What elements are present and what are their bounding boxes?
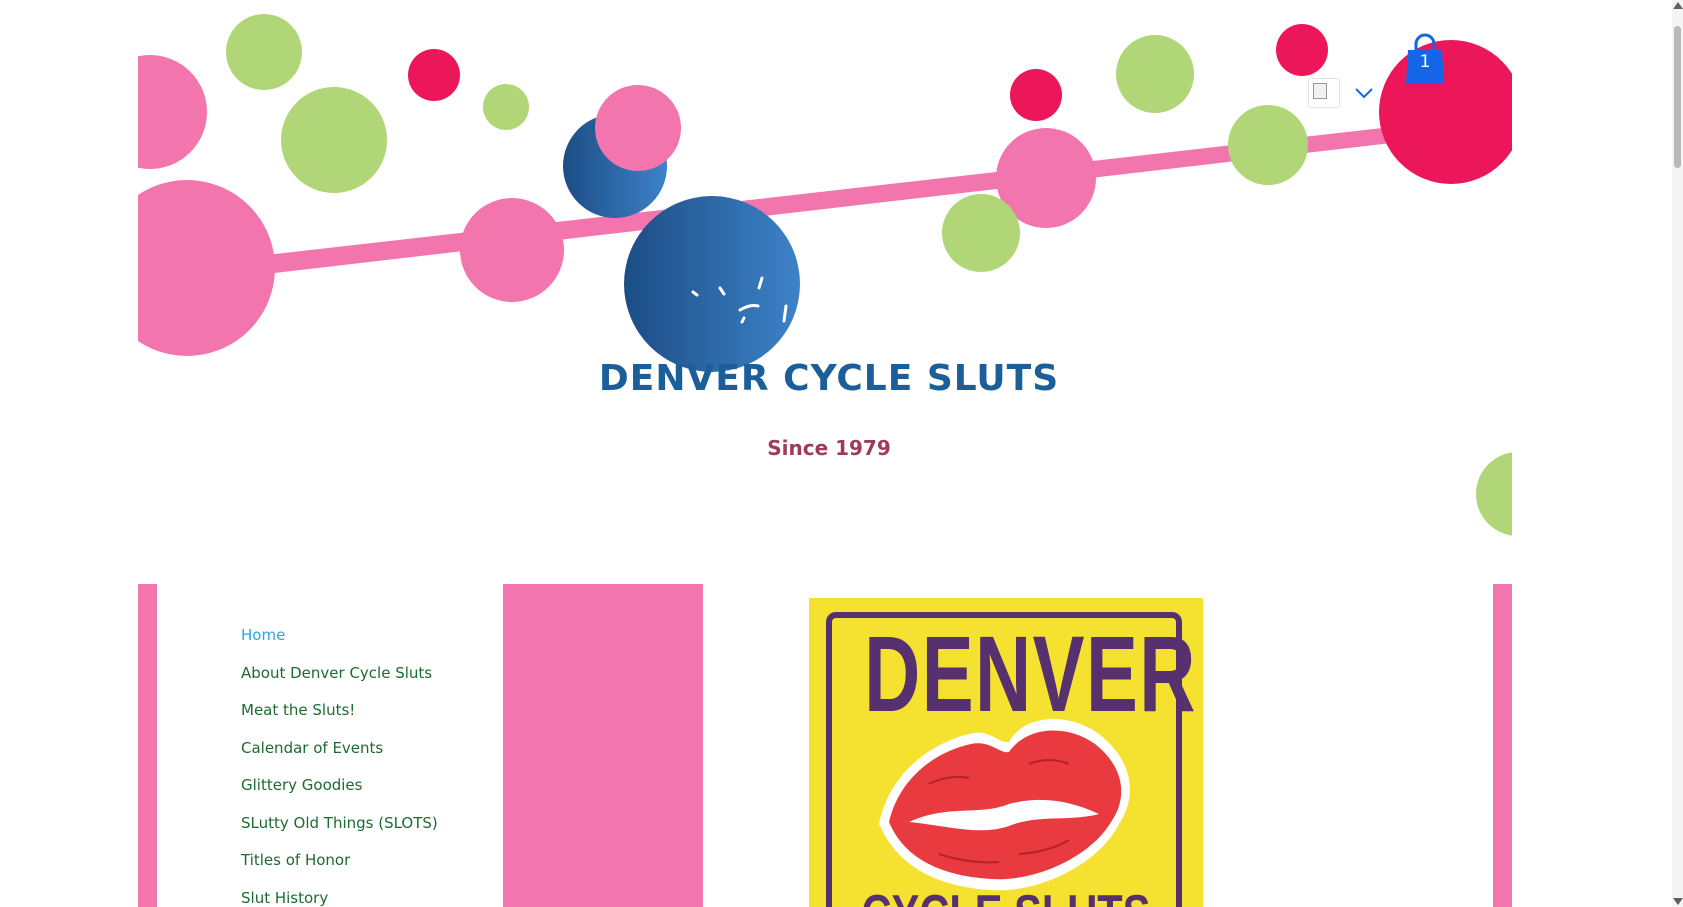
vertical-scrollbar[interactable] [1672, 0, 1683, 907]
nav-item-about[interactable]: About Denver Cycle Sluts [241, 664, 438, 702]
pink-column-panel [503, 584, 703, 907]
nav-item-glittery-goodies[interactable]: Glittery Goodies [241, 776, 438, 814]
page: DENVER CYCLE SLUTS Since 1979 1 Home Abo… [0, 0, 1683, 907]
pink-circle [138, 180, 275, 356]
green-circle [1116, 35, 1194, 113]
nav-item-slut-history[interactable]: Slut History [241, 889, 438, 907]
red-circle [1276, 24, 1328, 76]
blue-sphere [624, 196, 800, 372]
language-selector[interactable] [1308, 76, 1378, 110]
scroll-up-arrow-icon[interactable] [1673, 2, 1683, 9]
green-circle [942, 194, 1020, 272]
cart-button[interactable]: 1 [1404, 32, 1446, 86]
nav-item-home[interactable]: Home [241, 626, 438, 664]
site-subtitle: Since 1979 [767, 436, 891, 460]
site-title: DENVER CYCLE SLUTS [598, 358, 1060, 399]
pink-circle [595, 85, 681, 171]
nav-item-meat-the-sluts[interactable]: Meat the Sluts! [241, 701, 438, 739]
green-circle [281, 87, 387, 193]
green-circle [226, 14, 302, 90]
nav-item-calendar[interactable]: Calendar of Events [241, 739, 438, 777]
pink-stick [240, 126, 1400, 277]
broken-image-icon [1308, 78, 1340, 108]
cart-count: 1 [1419, 52, 1431, 72]
scroll-down-arrow-icon[interactable] [1673, 898, 1683, 905]
main-navigation: Home About Denver Cycle Sluts Meat the S… [241, 626, 438, 907]
nav-item-titles-of-honor[interactable]: Titles of Honor [241, 851, 438, 889]
green-circle [1476, 452, 1512, 536]
green-circle [1228, 105, 1308, 185]
nav-item-slots[interactable]: SLutty Old Things (SLOTS) [241, 814, 438, 852]
red-circle [1379, 40, 1512, 184]
chevron-down-icon [1355, 88, 1373, 99]
pink-circle [138, 55, 207, 169]
pink-circle [460, 198, 564, 302]
red-circle [408, 49, 460, 101]
red-circle [1010, 69, 1062, 121]
scroll-thumb[interactable] [1674, 26, 1681, 168]
left-pink-border [138, 584, 157, 907]
right-pink-border [1493, 584, 1512, 907]
red-lips-icon [879, 719, 1130, 891]
logo-text-bottom: CYCLE SLUTS [848, 888, 1163, 907]
green-circle [483, 84, 529, 130]
logo-image: DENVER CYCLE SLUTS [809, 598, 1203, 907]
